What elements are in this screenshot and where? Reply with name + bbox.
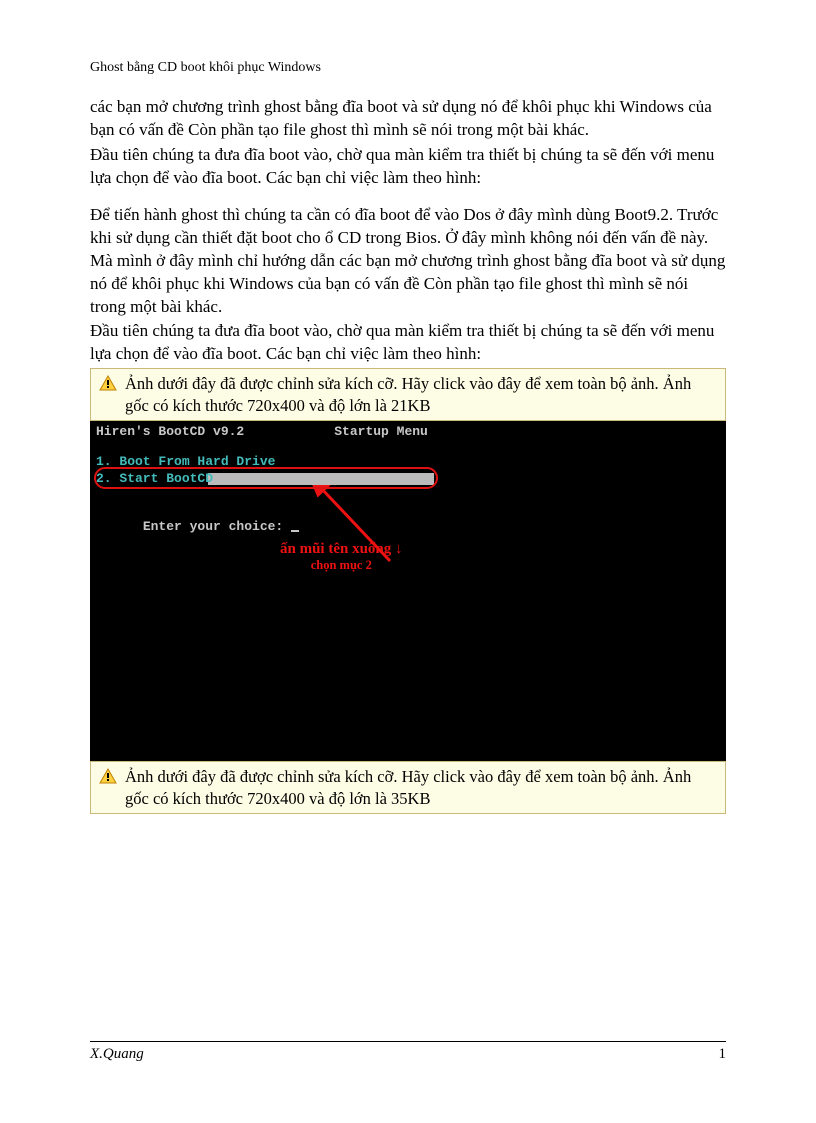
footer-author: X.Quang [90, 1046, 144, 1063]
boot-terminal-screenshot: Hiren's BootCD v9.2 Startup Menu 1. Boot… [90, 421, 726, 761]
annotation-line1: ấn mũi tên xuống ↓ [280, 541, 403, 558]
cursor-icon [291, 530, 299, 532]
paragraph-2: Đầu tiên chúng ta đưa đĩa boot vào, chờ … [90, 144, 726, 190]
header-title: Ghost bằng CD boot khôi phục Windows [90, 60, 726, 76]
warning-icon [99, 375, 117, 391]
notice-text: Ảnh dưới đây đã được chỉnh sửa kích cỡ. … [125, 374, 691, 414]
annotation-line2: chọn mục 2 [280, 558, 403, 573]
annotation-text: ấn mũi tên xuống ↓ chọn mục 2 [280, 541, 403, 573]
paragraph-1: các bạn mở chương trình ghost bằng đĩa b… [90, 96, 726, 142]
resize-notice-2[interactable]: Ảnh dưới đây đã được chỉnh sửa kích cỡ. … [90, 761, 726, 814]
warning-icon [99, 768, 117, 784]
terminal-title-left: Hiren's BootCD v9.2 [96, 424, 244, 439]
boot-option-2: 2. Start BootCD [90, 471, 726, 486]
page-footer: X.Quang 1 [90, 1041, 726, 1063]
footer-page-number: 1 [719, 1046, 727, 1063]
red-circle-annotation [94, 467, 438, 489]
paragraph-4: Đầu tiên chúng ta đưa đĩa boot vào, chờ … [90, 320, 726, 366]
terminal-prompt: Enter your choice: [90, 504, 726, 549]
paragraph-3: Để tiến hành ghost thì chúng ta cần có đ… [90, 204, 726, 319]
terminal-title-right: Startup Menu [334, 424, 428, 439]
resize-notice-1[interactable]: Ảnh dưới đây đã được chỉnh sửa kích cỡ. … [90, 368, 726, 421]
notice-text: Ảnh dưới đây đã được chỉnh sửa kích cỡ. … [125, 767, 691, 807]
